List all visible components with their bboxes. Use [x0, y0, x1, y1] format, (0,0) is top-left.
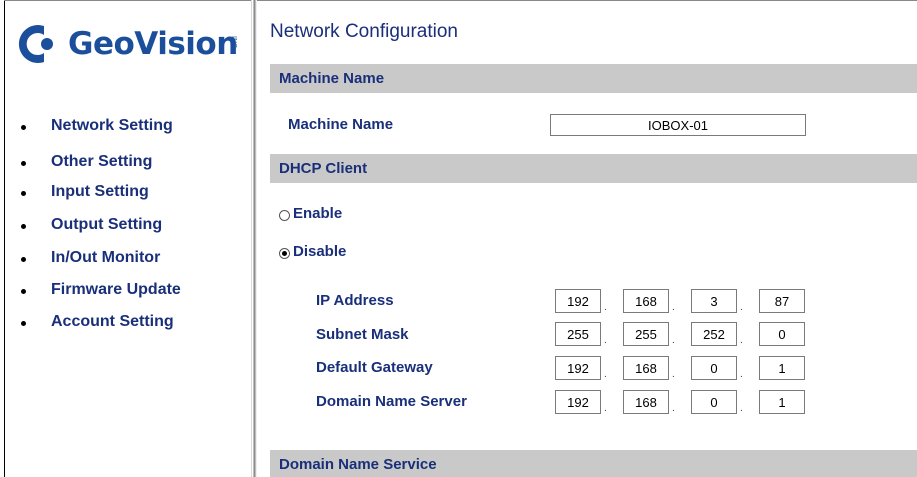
geovision-logo-icon: [18, 25, 53, 63]
default-gateway-octet-4[interactable]: [759, 356, 805, 380]
domain-name-service-section-header: Domain Name Service: [270, 450, 917, 477]
bullet-icon: [21, 161, 26, 166]
octet-separator: .: [740, 302, 743, 313]
subnet-mask-octet-2[interactable]: [623, 322, 669, 346]
account-setting-link[interactable]: Account Setting: [51, 313, 174, 331]
subnet-mask-octet-1[interactable]: [555, 322, 601, 346]
default-gateway-field: . . .: [555, 356, 819, 380]
domain-name-server-field: . . .: [555, 390, 819, 414]
octet-separator: .: [604, 403, 607, 414]
subnet-mask-field: . . .: [555, 322, 819, 346]
bullet-icon: [21, 321, 26, 326]
disable-radio[interactable]: [279, 248, 290, 259]
frame-divider[interactable]: [251, 0, 257, 477]
octet-separator: .: [604, 302, 607, 313]
geovision-logo: GeoVision INC: [14, 22, 244, 66]
domain-name-server-label: Domain Name Server: [316, 393, 467, 410]
disable-label: Disable: [293, 243, 347, 260]
octet-separator: .: [672, 403, 675, 414]
top-frame-border: [4, 0, 917, 1]
ip-address-octet-1[interactable]: [555, 289, 601, 313]
bullet-icon: [21, 257, 26, 262]
logo-sup: INC: [230, 36, 237, 49]
bullet-icon: [21, 125, 26, 130]
enable-radio[interactable]: [279, 210, 290, 221]
input-setting-link[interactable]: Input Setting: [51, 183, 149, 201]
subnet-mask-label: Subnet Mask: [316, 326, 409, 343]
octet-separator: .: [740, 369, 743, 380]
subnet-mask-octet-3[interactable]: [691, 322, 737, 346]
section-title: Domain Name Service: [279, 456, 437, 473]
bullet-icon: [21, 191, 26, 196]
octet-separator: .: [740, 403, 743, 414]
other-setting-link[interactable]: Other Setting: [51, 153, 152, 171]
octet-separator: .: [604, 335, 607, 346]
bullet-icon: [21, 224, 26, 229]
octet-separator: .: [604, 369, 607, 380]
bullet-icon: [21, 289, 26, 294]
octet-separator: .: [740, 335, 743, 346]
firmware-update-link[interactable]: Firmware Update: [51, 281, 181, 299]
ip-address-octet-2[interactable]: [623, 289, 669, 313]
domain-name-server-octet-4[interactable]: [759, 390, 805, 414]
left-frame-border: [4, 0, 5, 477]
domain-name-server-octet-3[interactable]: [691, 390, 737, 414]
dhcp-client-section-header: DHCP Client: [270, 154, 917, 183]
ip-address-octet-4[interactable]: [759, 289, 805, 313]
default-gateway-label: Default Gateway: [316, 359, 433, 376]
machine-name-input[interactable]: [550, 114, 806, 136]
page-title: Network Configuration: [270, 21, 458, 42]
domain-name-server-octet-2[interactable]: [623, 390, 669, 414]
section-title: Machine Name: [279, 70, 385, 87]
default-gateway-octet-3[interactable]: [691, 356, 737, 380]
enable-label: Enable: [293, 205, 343, 222]
output-setting-link[interactable]: Output Setting: [51, 216, 162, 234]
default-gateway-octet-2[interactable]: [623, 356, 669, 380]
machine-name-label: Machine Name: [288, 116, 394, 133]
section-title: DHCP Client: [279, 160, 368, 177]
ip-address-octet-3[interactable]: [691, 289, 737, 313]
octet-separator: .: [672, 369, 675, 380]
subnet-mask-octet-4[interactable]: [759, 322, 805, 346]
ip-address-label: IP Address: [316, 292, 394, 309]
machine-name-section-header: Machine Name: [270, 64, 917, 93]
network-setting-link[interactable]: Network Setting: [51, 117, 173, 135]
ip-address-field: . . .: [555, 289, 819, 313]
domain-name-server-octet-1[interactable]: [555, 390, 601, 414]
inout-monitor-link[interactable]: In/Out Monitor: [51, 249, 160, 267]
octet-separator: .: [672, 302, 675, 313]
logo-text: GeoVision: [68, 26, 238, 62]
default-gateway-octet-1[interactable]: [555, 356, 601, 380]
octet-separator: .: [672, 335, 675, 346]
